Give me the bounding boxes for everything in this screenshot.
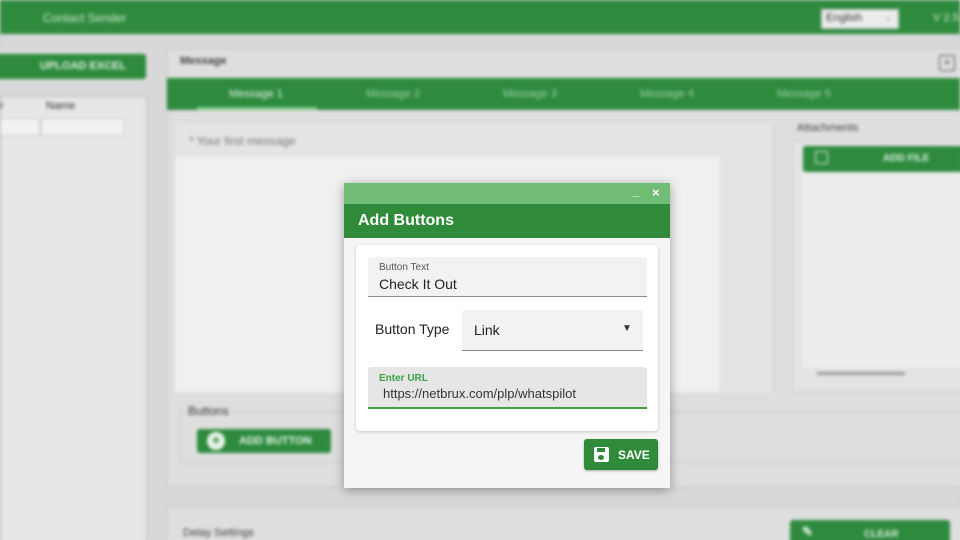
clear-label: CLEAR bbox=[864, 529, 899, 540]
button-type-value: Link bbox=[474, 322, 500, 338]
attachments-scrollbar[interactable] bbox=[817, 372, 905, 375]
expand-icon[interactable]: + bbox=[939, 55, 955, 71]
delay-settings-label: Delay Settings bbox=[183, 527, 254, 539]
eraser-icon: ✎ bbox=[802, 524, 813, 539]
tab-message-5[interactable]: Message 5 bbox=[777, 88, 831, 100]
clear-button[interactable]: ✎ CLEAR bbox=[790, 520, 950, 540]
url-input[interactable] bbox=[383, 386, 633, 401]
dialog-title: Add Buttons bbox=[358, 212, 454, 229]
active-tab-indicator bbox=[197, 107, 317, 110]
dialog-header: Add Buttons bbox=[344, 204, 670, 238]
add-file-label: ADD FILE bbox=[883, 153, 930, 164]
save-button[interactable]: SAVE bbox=[584, 439, 658, 470]
language-value: English bbox=[826, 12, 863, 24]
message-tabs: Message 1 Message 2 Message 3 Message 4 … bbox=[167, 78, 960, 110]
close-icon[interactable]: × bbox=[652, 185, 660, 200]
add-buttons-dialog: _ × Add Buttons Button Text Button Type … bbox=[344, 183, 670, 488]
plus-circle-icon: + bbox=[207, 432, 225, 450]
contacts-cell[interactable] bbox=[0, 118, 40, 136]
button-text-field[interactable]: Button Text bbox=[368, 257, 647, 297]
button-text-input[interactable] bbox=[379, 276, 629, 292]
url-label: Enter URL bbox=[379, 373, 428, 384]
external-link-icon bbox=[815, 151, 828, 164]
message-placeholder: * Your first message bbox=[189, 134, 296, 148]
save-icon bbox=[594, 447, 609, 462]
version-label: V 2.5 bbox=[933, 12, 959, 24]
buttons-legend: Buttons bbox=[186, 404, 231, 418]
attachments-label: Attachments bbox=[797, 122, 859, 134]
tab-message-4[interactable]: Message 4 bbox=[640, 88, 694, 100]
caret-down-icon: ▼ bbox=[622, 323, 632, 334]
attachments-list bbox=[802, 172, 960, 368]
upload-excel-button[interactable]: UPLOAD EXCEL bbox=[0, 54, 146, 79]
button-text-label: Button Text bbox=[379, 262, 429, 273]
language-select[interactable]: English ⌄ bbox=[821, 9, 899, 29]
add-button-label: ADD BUTTON bbox=[239, 435, 312, 447]
contacts-column-header: r bbox=[0, 100, 4, 112]
tab-message-2[interactable]: Message 2 bbox=[366, 88, 420, 100]
button-type-select[interactable]: Link ▼ bbox=[462, 310, 643, 351]
minimize-icon[interactable]: _ bbox=[633, 184, 640, 198]
contacts-cell[interactable] bbox=[41, 118, 125, 136]
add-file-button[interactable]: ADD FILE bbox=[803, 146, 960, 172]
top-bar: Contact Sender English ⌄ V 2.5 bbox=[0, 0, 960, 34]
button-type-label: Button Type bbox=[375, 321, 450, 337]
app-title: Contact Sender bbox=[43, 11, 127, 25]
message-section-label: Message bbox=[180, 55, 227, 67]
contacts-column-header: Name bbox=[46, 100, 76, 112]
contacts-panel bbox=[0, 96, 147, 540]
chevron-down-icon: ⌄ bbox=[884, 12, 892, 22]
upload-excel-label: UPLOAD EXCEL bbox=[39, 60, 127, 72]
save-label: SAVE bbox=[618, 448, 650, 462]
add-button-button[interactable]: + ADD BUTTON bbox=[197, 429, 331, 453]
tab-message-1[interactable]: Message 1 bbox=[229, 88, 283, 100]
dialog-titlebar[interactable]: _ × bbox=[344, 183, 670, 204]
url-field[interactable]: Enter URL bbox=[368, 367, 647, 409]
tab-message-3[interactable]: Message 3 bbox=[503, 88, 557, 100]
